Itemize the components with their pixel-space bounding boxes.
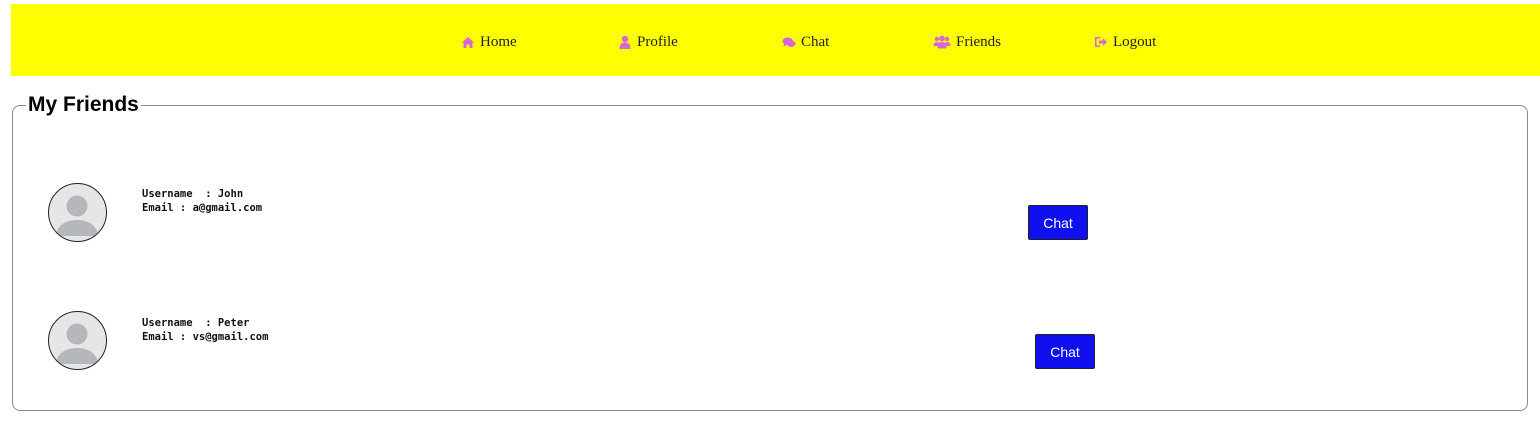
comments-icon	[782, 35, 796, 49]
friends-fieldset	[12, 105, 1528, 411]
users-icon	[933, 35, 951, 49]
top-navbar: Home Profile Chat Friends Logout	[11, 4, 1540, 76]
chat-button[interactable]: Chat	[1035, 334, 1095, 369]
nav-item-friends[interactable]: Friends	[933, 32, 1001, 52]
avatar	[48, 311, 107, 370]
nav-item-friends-label: Friends	[956, 33, 1001, 50]
nav-item-chat[interactable]: Chat	[782, 32, 829, 52]
user-icon	[618, 35, 632, 49]
friend-username: Username : John	[142, 188, 244, 200]
nav-item-logout[interactable]: Logout	[1094, 32, 1156, 52]
default-avatar-icon	[55, 195, 99, 236]
nav-item-home[interactable]: Home	[461, 32, 517, 52]
friend-email: Email : a@gmail.com	[142, 202, 263, 214]
friend-email: Email : vs@gmail.com	[142, 331, 269, 343]
page-title: My Friends	[26, 92, 141, 118]
friend-username: Username : Peter	[142, 317, 250, 329]
sign-out-icon	[1094, 35, 1108, 49]
nav-item-logout-label: Logout	[1113, 33, 1157, 50]
friend-info: Username : Peter Email : vs@gmail.com	[142, 316, 268, 344]
nav-item-profile[interactable]: Profile	[618, 32, 678, 52]
default-avatar-icon	[55, 323, 99, 364]
nav-item-home-label: Home	[480, 33, 517, 50]
nav-item-chat-label: Chat	[801, 33, 830, 50]
home-icon	[461, 35, 475, 49]
chat-button[interactable]: Chat	[1028, 205, 1088, 240]
nav-item-profile-label: Profile	[637, 33, 678, 50]
friend-info: Username : John Email : a@gmail.com	[142, 187, 262, 215]
avatar	[48, 183, 107, 242]
